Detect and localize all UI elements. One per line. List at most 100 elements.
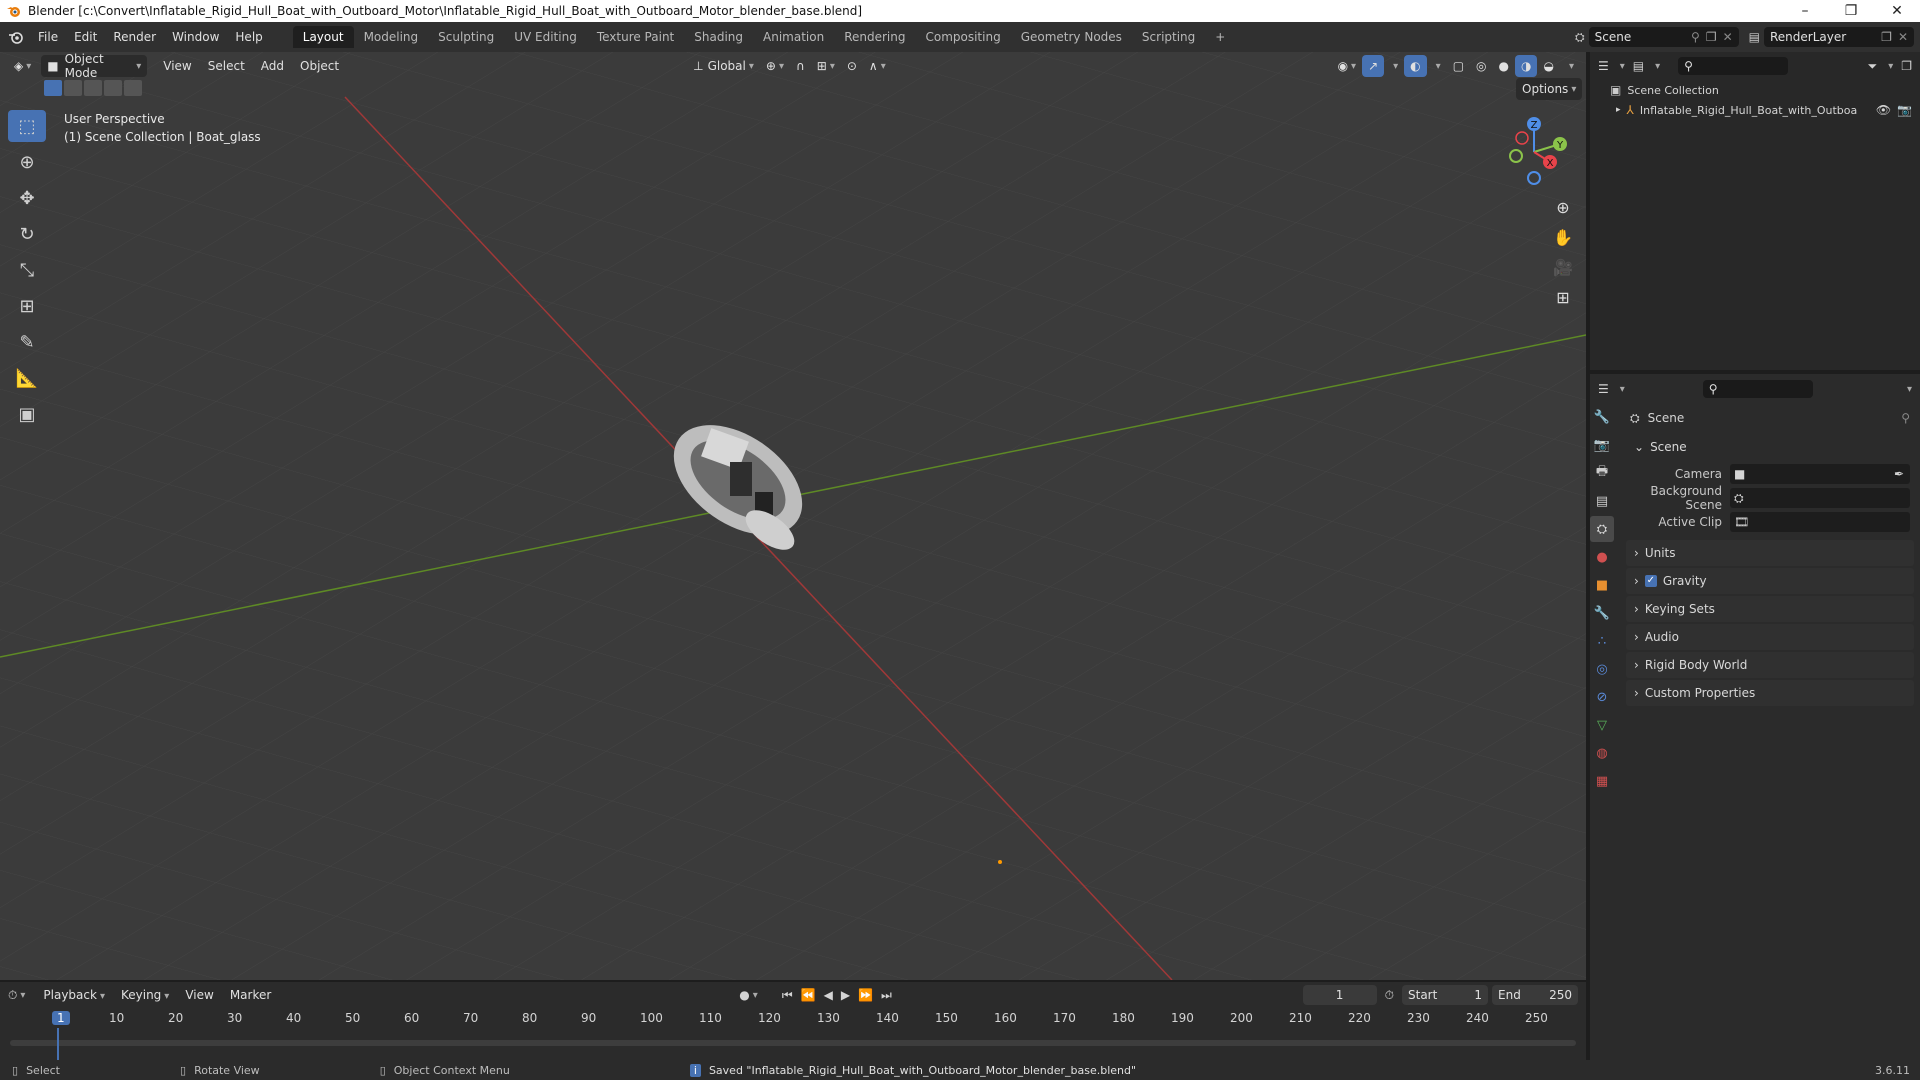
- add-cube-tool[interactable]: ▣: [8, 398, 46, 430]
- end-frame-field[interactable]: End 250: [1492, 985, 1578, 1005]
- move-tool[interactable]: ✥: [8, 182, 46, 214]
- object-tab-icon[interactable]: ■: [1590, 572, 1614, 598]
- close-button[interactable]: ✕: [1874, 0, 1920, 22]
- tab-layout[interactable]: Layout: [292, 26, 354, 48]
- pan-hand-icon[interactable]: ✋: [1548, 222, 1578, 252]
- overlay-dropdown[interactable]: ▾: [1427, 55, 1447, 77]
- scale-tool[interactable]: ⤡: [8, 254, 46, 286]
- pivot-point-button[interactable]: ⊕ ▾: [760, 55, 790, 77]
- scene-panel-header[interactable]: ⌄ Scene: [1626, 434, 1914, 460]
- scene-tab-icon[interactable]: ⛭: [1590, 516, 1614, 542]
- rigid-body-world-panel[interactable]: › Rigid Body World: [1626, 652, 1914, 678]
- preview-range-icon[interactable]: ⏱: [1385, 988, 1394, 1003]
- texture-tab-icon[interactable]: ▦: [1590, 768, 1614, 794]
- timeline-menu-keying[interactable]: Keying ▾: [113, 984, 177, 1006]
- shading-wireframe-button[interactable]: ◎: [1470, 55, 1492, 77]
- delete-layer-icon[interactable]: ✕: [1898, 30, 1908, 44]
- viewport-menu-add[interactable]: Add: [253, 55, 292, 77]
- properties-editor-type-icon[interactable]: ☰: [1598, 382, 1609, 396]
- timeline-menu-playback[interactable]: Playback ▾: [35, 984, 113, 1006]
- shading-dropdown[interactable]: ▾: [1560, 55, 1580, 77]
- overlay-toggle-button[interactable]: ◐: [1404, 55, 1427, 77]
- gizmo-dropdown[interactable]: ▾: [1384, 55, 1404, 77]
- tab-shading[interactable]: Shading: [684, 26, 753, 48]
- units-panel[interactable]: › Units: [1626, 540, 1914, 566]
- menu-edit[interactable]: Edit: [66, 26, 105, 48]
- outliner-item[interactable]: ▸ ⅄ Inflatable_Rigid_Hull_Boat_with_Outb…: [1590, 100, 1920, 120]
- timeline-menu-view[interactable]: View: [177, 984, 221, 1006]
- timeline-scrollbar[interactable]: [10, 1040, 1576, 1046]
- camera-view-icon[interactable]: 🎥: [1548, 252, 1578, 282]
- select-invert-icon[interactable]: [104, 80, 122, 96]
- delete-scene-icon[interactable]: ✕: [1723, 30, 1733, 44]
- visibility-eye-icon[interactable]: 👁: [1876, 103, 1891, 117]
- properties-search-input[interactable]: ⚲: [1702, 380, 1813, 398]
- timeline-editor-type-icon[interactable]: ⏱: [8, 988, 17, 1003]
- start-frame-field[interactable]: Start 1: [1402, 985, 1488, 1005]
- new-layer-icon[interactable]: ❐: [1881, 30, 1892, 44]
- timeline-menu-marker[interactable]: Marker: [222, 984, 279, 1006]
- gravity-panel[interactable]: › ✓ Gravity: [1626, 568, 1914, 594]
- perspective-grid-icon[interactable]: ⊞: [1548, 282, 1578, 312]
- menu-render[interactable]: Render: [105, 26, 164, 48]
- transform-tool[interactable]: ⊞: [8, 290, 46, 322]
- annotate-tool[interactable]: ✎: [8, 326, 46, 358]
- jump-end-icon[interactable]: ⏭: [881, 988, 892, 1003]
- viewport-menu-select[interactable]: Select: [200, 55, 253, 77]
- modifier-tab-icon[interactable]: 🔧: [1590, 600, 1614, 626]
- outliner-scene-collection[interactable]: ▣ Scene Collection: [1590, 80, 1920, 100]
- select-box-tool[interactable]: ⬚: [8, 110, 46, 142]
- tab-animation[interactable]: Animation: [753, 26, 834, 48]
- tab-geometry-nodes[interactable]: Geometry Nodes: [1011, 26, 1132, 48]
- current-frame-marker[interactable]: 1: [52, 1011, 70, 1025]
- maximize-button[interactable]: ❐: [1828, 0, 1874, 22]
- particles-tab-icon[interactable]: ∴: [1590, 628, 1614, 654]
- snap-button[interactable]: ∩: [790, 55, 811, 77]
- gizmo-toggle-button[interactable]: ↗: [1362, 55, 1385, 77]
- custom-properties-panel[interactable]: › Custom Properties: [1626, 680, 1914, 706]
- scene-selector[interactable]: Scene ⚲ ❐ ✕: [1588, 27, 1739, 47]
- eyedropper-icon[interactable]: ✒: [1894, 467, 1904, 481]
- view-layer-tab-icon[interactable]: ▤: [1590, 488, 1614, 514]
- xray-button[interactable]: ▢: [1447, 55, 1470, 77]
- shading-solid-button[interactable]: ●: [1493, 55, 1515, 77]
- render-camera-icon[interactable]: 📷: [1897, 103, 1912, 117]
- visibility-button[interactable]: ◉ ▾: [1332, 55, 1363, 77]
- select-new-icon[interactable]: [44, 80, 62, 96]
- shading-material-button[interactable]: ◑: [1515, 55, 1538, 77]
- tab-texture-paint[interactable]: Texture Paint: [587, 26, 684, 48]
- play-icon[interactable]: ▶: [841, 988, 850, 1002]
- jump-start-icon[interactable]: ⏮: [782, 988, 793, 1003]
- auto-keying-icon[interactable]: ●: [739, 988, 749, 1002]
- material-tab-icon[interactable]: ◍: [1590, 740, 1614, 766]
- navigation-gizmo[interactable]: Z Y X: [1494, 112, 1574, 192]
- tab-modeling[interactable]: Modeling: [354, 26, 429, 48]
- menu-file[interactable]: File: [30, 26, 66, 48]
- new-collection-icon[interactable]: ❐: [1901, 59, 1912, 73]
- cursor-tool[interactable]: ⊕: [8, 146, 46, 178]
- tab-uv-editing[interactable]: UV Editing: [504, 26, 587, 48]
- jump-keyframe-forward-icon[interactable]: ⏩: [858, 988, 873, 1002]
- select-extend-icon[interactable]: [64, 80, 82, 96]
- falloff-button[interactable]: ∧ ▾: [863, 55, 892, 77]
- filter-icon[interactable]: ⏷: [1868, 59, 1878, 74]
- outliner-search-input[interactable]: ⚲: [1678, 57, 1789, 75]
- shading-rendered-button[interactable]: ◒: [1537, 55, 1559, 77]
- tab-sculpting[interactable]: Sculpting: [428, 26, 504, 48]
- tab-compositing[interactable]: Compositing: [915, 26, 1010, 48]
- render-tab-icon[interactable]: 📷: [1590, 432, 1614, 458]
- pin-icon[interactable]: ⚲: [1901, 411, 1910, 425]
- play-reverse-icon[interactable]: ◀: [824, 988, 833, 1002]
- keying-sets-panel[interactable]: › Keying Sets: [1626, 596, 1914, 622]
- audio-panel[interactable]: › Audio: [1626, 624, 1914, 650]
- current-frame-field[interactable]: 1: [1302, 985, 1377, 1005]
- active-clip-field[interactable]: 🎞: [1730, 512, 1910, 532]
- gravity-checkbox[interactable]: ✓: [1644, 575, 1657, 587]
- properties-options-dropdown[interactable]: ▾: [1907, 384, 1912, 395]
- expand-arrow-icon[interactable]: ▸: [1616, 105, 1621, 115]
- snap-target-button[interactable]: ⊞ ▾: [811, 55, 841, 77]
- viewport-menu-object[interactable]: Object: [292, 55, 347, 77]
- tab-rendering[interactable]: Rendering: [834, 26, 915, 48]
- select-intersect-icon[interactable]: [124, 80, 142, 96]
- minimize-button[interactable]: –: [1782, 0, 1828, 22]
